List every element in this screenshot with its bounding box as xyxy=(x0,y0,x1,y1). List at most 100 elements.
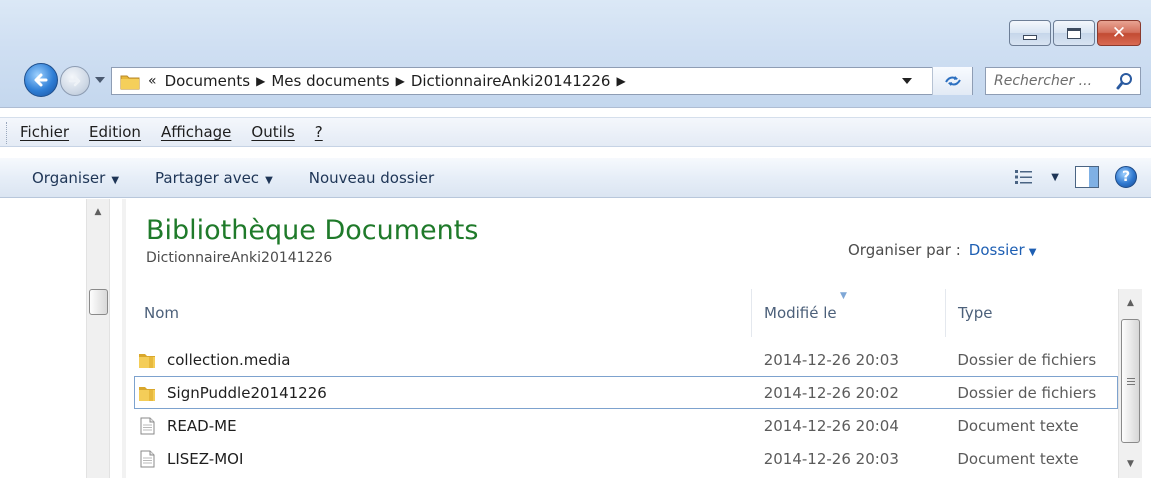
arrange-by-value[interactable]: Dossier xyxy=(969,241,1025,259)
file-name-cell: LISEZ-MOI xyxy=(135,449,752,469)
chevron-down-icon[interactable]: ▼ xyxy=(1029,247,1037,258)
sort-arrow-icon: ▼ xyxy=(840,291,847,301)
text-file-icon xyxy=(140,417,155,434)
file-name: LISEZ-MOI xyxy=(167,449,244,468)
breadcrumb-mes-documents[interactable]: Mes documents xyxy=(271,72,389,90)
arrange-by-label: Organiser par : xyxy=(848,241,961,259)
file-row[interactable]: LISEZ-MOI 2014-12-26 20:03 Document text… xyxy=(134,442,1118,475)
file-row[interactable]: collection.media 2014-12-26 20:03 Dossie… xyxy=(134,343,1118,376)
help-icon[interactable]: ? xyxy=(1115,166,1137,188)
breadcrumb-current-folder[interactable]: DictionnaireAnki20141226 xyxy=(411,72,611,90)
column-headers: Nom ▼ Modifié le Type xyxy=(132,289,1118,337)
breadcrumb-documents[interactable]: Documents xyxy=(165,72,251,90)
scroll-up-icon[interactable]: ▲ xyxy=(87,203,109,221)
library-subtitle: DictionnaireAnki20141226 xyxy=(146,250,333,266)
column-header-date[interactable]: ▼ Modifié le xyxy=(752,289,946,337)
address-history-dropdown[interactable] xyxy=(896,68,918,94)
file-row[interactable]: SignPuddle20141226 2014-12-26 20:02 Doss… xyxy=(134,376,1118,409)
file-date: 2014-12-26 20:03 xyxy=(763,449,899,468)
view-controls: ▼ ? xyxy=(1013,166,1137,188)
chevron-down-icon xyxy=(902,78,912,84)
scrollbar-thumb[interactable] xyxy=(89,289,108,315)
refresh-button[interactable] xyxy=(932,67,972,95)
library-header: Bibliothèque Documents DictionnaireAnki2… xyxy=(146,215,478,266)
file-type: Document texte xyxy=(957,416,1079,435)
column-header-type[interactable]: Type xyxy=(946,289,1118,337)
menu-help[interactable]: ? xyxy=(315,123,323,141)
organise-button[interactable]: Organiser ▼ xyxy=(32,169,119,187)
forward-arrow-icon xyxy=(68,75,81,87)
maximize-button[interactable] xyxy=(1053,20,1095,46)
column-header-name[interactable]: Nom xyxy=(132,289,752,337)
share-label: Partager avec xyxy=(155,168,260,187)
scroll-up-icon[interactable]: ▲ xyxy=(1119,293,1142,313)
column-name-label: Nom xyxy=(144,304,180,322)
change-view-icon[interactable] xyxy=(1013,167,1035,187)
folder-icon xyxy=(120,75,140,90)
recent-pages-dropdown[interactable] xyxy=(93,70,107,90)
search-input[interactable] xyxy=(994,73,1112,89)
file-type: Dossier de fichiers xyxy=(957,350,1097,369)
file-name: READ-ME xyxy=(167,416,237,435)
column-type-label: Type xyxy=(958,304,993,322)
minimize-button[interactable] xyxy=(1009,20,1051,46)
text-file-icon xyxy=(140,450,155,467)
close-button[interactable]: ✕ xyxy=(1097,20,1141,46)
back-arrow-icon xyxy=(34,73,48,87)
chevron-down-icon: ▼ xyxy=(111,174,120,186)
file-list: collection.media 2014-12-26 20:03 Dossie… xyxy=(134,343,1118,475)
preview-pane-icon[interactable] xyxy=(1075,166,1099,188)
file-type: Dossier de fichiers xyxy=(957,383,1097,402)
close-icon: ✕ xyxy=(1111,23,1127,43)
menu-grip xyxy=(6,122,9,144)
file-list-scrollbar[interactable]: ▲ ▼ xyxy=(1118,289,1142,478)
navigation-bar: « Documents ▶ Mes documents ▶ Dictionnai… xyxy=(0,58,1151,102)
chevron-right-icon[interactable]: ▶ xyxy=(396,74,405,88)
menu-bar: Fichier Edition Affichage Outils ? xyxy=(0,117,1151,147)
window-frame: ✕ « Documents ▶ Mes documents ▶ Dictionn… xyxy=(0,0,1151,108)
column-date-label: Modifié le xyxy=(764,304,837,322)
file-name: SignPuddle20141226 xyxy=(167,383,327,402)
content-area: ▲ Bibliothèque Documents DictionnaireAnk… xyxy=(0,199,1151,478)
menu-fichier[interactable]: Fichier xyxy=(20,123,69,141)
file-date: 2014-12-26 20:03 xyxy=(763,350,899,369)
search-icon[interactable] xyxy=(1116,72,1134,90)
command-bar: Organiser ▼ Partager avec ▼ Nouveau dossie… xyxy=(0,158,1151,198)
library-title: Bibliothèque Documents xyxy=(146,215,479,246)
file-row[interactable]: READ-ME 2014-12-26 20:04 Document texte xyxy=(134,409,1118,442)
navigation-pane: ▲ xyxy=(0,199,122,478)
chevron-right-icon[interactable]: ▶ xyxy=(616,74,625,88)
file-name-cell: collection.media xyxy=(135,350,752,370)
search-box[interactable] xyxy=(985,67,1141,95)
folder-icon xyxy=(139,386,155,401)
folder-icon xyxy=(139,353,155,368)
menu-edition[interactable]: Edition xyxy=(89,123,141,141)
file-name-cell: SignPuddle20141226 xyxy=(135,383,752,403)
refresh-icon xyxy=(944,76,961,86)
chevron-down-icon xyxy=(95,77,105,83)
file-date: 2014-12-26 20:04 xyxy=(763,416,899,435)
navigation-pane-scrollbar[interactable]: ▲ xyxy=(86,199,110,478)
window-controls: ✕ xyxy=(1009,20,1141,46)
address-bar[interactable]: « Documents ▶ Mes documents ▶ Dictionnai… xyxy=(111,67,973,95)
menu-outils[interactable]: Outils xyxy=(251,123,294,141)
arrange-by: Organiser par : Dossier ▼ xyxy=(848,241,1036,259)
organise-label: Organiser xyxy=(32,168,106,187)
scrollbar-thumb[interactable] xyxy=(1121,319,1140,443)
file-type: Document texte xyxy=(957,449,1079,468)
chevron-right-icon[interactable]: ▶ xyxy=(256,74,265,88)
scroll-down-icon[interactable]: ▼ xyxy=(1119,454,1142,474)
menu-affichage[interactable]: Affichage xyxy=(161,123,231,141)
grip-icon xyxy=(1126,377,1135,385)
share-with-button[interactable]: Partager avec ▼ xyxy=(155,169,273,187)
minimize-icon xyxy=(1023,34,1037,40)
breadcrumb-overflow[interactable]: « xyxy=(148,73,157,89)
forward-button[interactable] xyxy=(60,66,90,96)
maximize-icon xyxy=(1067,27,1081,39)
back-button[interactable] xyxy=(24,63,58,97)
new-folder-button[interactable]: Nouveau dossier xyxy=(309,169,434,187)
file-name: collection.media xyxy=(167,350,291,369)
file-date: 2014-12-26 20:02 xyxy=(763,383,899,402)
views-dropdown-icon[interactable]: ▼ xyxy=(1051,172,1059,183)
pane-divider[interactable] xyxy=(122,199,126,478)
